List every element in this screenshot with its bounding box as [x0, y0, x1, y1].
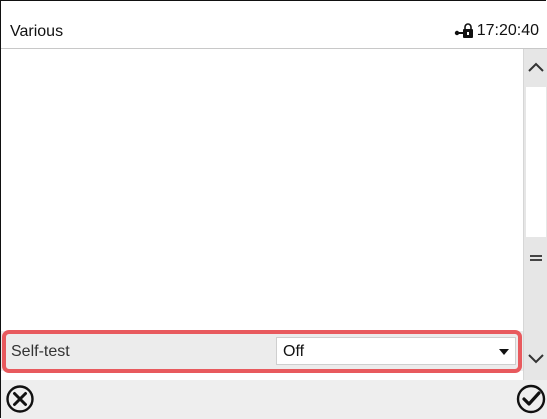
dropdown-arrow-icon — [499, 349, 509, 355]
self-test-select[interactable]: Off — [276, 337, 516, 365]
self-test-label: Self-test — [11, 343, 70, 360]
scrollbar[interactable] — [523, 49, 547, 380]
unlock-icon — [454, 23, 473, 38]
page-title: Various — [10, 23, 64, 40]
screen: Various 17:20:40 Self-test Off — [0, 0, 547, 419]
footer-bar — [1, 380, 547, 419]
settings-area — [1, 49, 523, 329]
header-bar: Various 17:20:40 — [1, 1, 547, 49]
scroll-thumb[interactable] — [526, 87, 546, 237]
scroll-grip[interactable] — [524, 249, 547, 269]
scroll-up-button[interactable] — [524, 49, 547, 85]
confirm-check-icon[interactable] — [515, 383, 547, 415]
clock-time: 17:20:40 — [476, 22, 539, 39]
self-test-value: Off — [283, 343, 305, 360]
cancel-circle-icon[interactable] — [5, 384, 35, 414]
setting-row-self-test: Self-test Off — [1, 331, 523, 371]
grip-lines-icon — [530, 255, 542, 261]
chevron-down-icon — [528, 354, 544, 364]
scroll-down-button[interactable] — [524, 339, 547, 379]
status-area: 17:20:40 — [454, 22, 539, 40]
chevron-up-icon — [528, 62, 544, 72]
